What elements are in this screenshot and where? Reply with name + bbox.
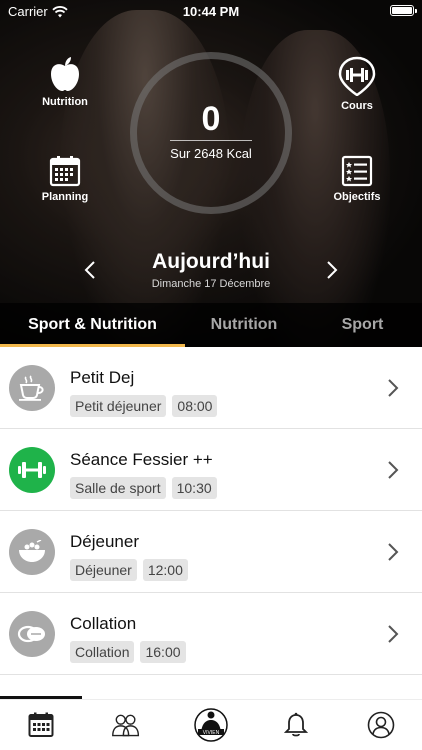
salad-bowl-icon [19,540,45,562]
bottom-tab-bar: VIVIEN [0,699,422,750]
tab-nutrition[interactable]: Nutrition [185,303,303,347]
bell-icon [284,712,308,737]
sport-avatar [9,447,55,493]
chevron-right-icon [388,461,399,479]
meal-avatar [9,365,55,411]
list-item[interactable]: Séance Fessier ++ Salle de sport 10:30 [0,429,422,511]
battery-icon [390,5,417,16]
tabbar-calendar-button[interactable] [26,710,56,740]
tab-sport-nutrition[interactable]: Sport & Nutrition [0,303,185,347]
item-category-tag: Petit déjeuner [70,395,167,417]
meal-avatar [9,529,55,575]
coffee-cup-icon [19,375,44,401]
item-title: Petit Dej [70,368,135,387]
tab-sport[interactable]: Sport [303,303,422,347]
next-day-button[interactable] [320,258,344,282]
apple-icon [51,57,79,91]
item-category-tag: Collation [70,641,135,663]
tabbar-community-button[interactable] [111,710,141,740]
calendar-grid-icon [49,156,81,187]
snack-icon [17,625,45,643]
brand-logo-icon: VIVIEN [194,708,228,742]
item-time-tag: 08:00 [172,395,218,417]
nutrition-shortcut[interactable]: Nutrition [25,56,105,108]
item-category-tag: Salle de sport [70,477,166,499]
day-date: Dimanche 17 Décembre [151,278,271,290]
chevron-right-icon [388,379,399,397]
planning-label: Planning [41,191,89,203]
community-icon [112,714,140,737]
item-title: Déjeuner [70,532,139,551]
meal-avatar [9,611,55,657]
objectifs-label: Objectifs [333,191,381,203]
dumbbell-pin-icon [338,56,376,96]
status-time: 10:44 PM [182,4,240,19]
tabbar-profile-button[interactable] [366,710,396,740]
item-time-tag: 12:00 [142,559,188,581]
item-time-tag: 10:30 [171,477,217,499]
day-title: Aujourd’hui [152,250,270,273]
brand-logo-text: VIVIEN [203,730,220,736]
hero-banner: Carrier 10:44 PM 0 Sur 2648 Kcal Nutriti… [0,0,422,347]
objectifs-shortcut[interactable]: Objectifs [317,155,397,203]
calendar-icon [28,712,54,737]
item-tags: Collation 16:00 [70,641,186,663]
item-tags: Déjeuner 12:00 [70,559,188,581]
list-item[interactable]: Déjeuner Déjeuner 12:00 [0,511,422,593]
list-item[interactable]: Collation Collation 16:00 [0,593,422,675]
item-tags: Salle de sport 10:30 [70,477,217,499]
item-title: Séance Fessier ++ [70,450,213,469]
chevron-right-icon [388,625,399,643]
status-bar: Carrier 10:44 PM [0,0,422,22]
chevron-right-icon [388,543,399,561]
tabbar-notifications-button[interactable] [281,710,311,740]
calorie-divider [170,140,252,141]
item-time-tag: 16:00 [140,641,186,663]
profile-icon [367,711,395,739]
schedule-list: Petit Dej Petit déjeuner 08:00 Séance Fe… [0,347,422,675]
checklist-icon [341,155,373,187]
item-category-tag: Déjeuner [70,559,137,581]
cours-label: Cours [341,100,373,112]
chevron-right-icon [327,261,338,279]
cours-shortcut[interactable]: Cours [317,56,397,112]
item-title: Collation [70,614,137,633]
planning-shortcut[interactable]: Planning [25,155,105,203]
list-item[interactable]: Petit Dej Petit déjeuner 08:00 [0,347,422,429]
dumbbell-icon [18,462,46,478]
nutrition-label: Nutrition [42,96,88,108]
tabbar-home-logo-button[interactable]: VIVIEN [193,705,229,743]
category-tabs: Sport & Nutrition Nutrition Sport [0,303,422,347]
item-tags: Petit déjeuner 08:00 [70,395,218,417]
